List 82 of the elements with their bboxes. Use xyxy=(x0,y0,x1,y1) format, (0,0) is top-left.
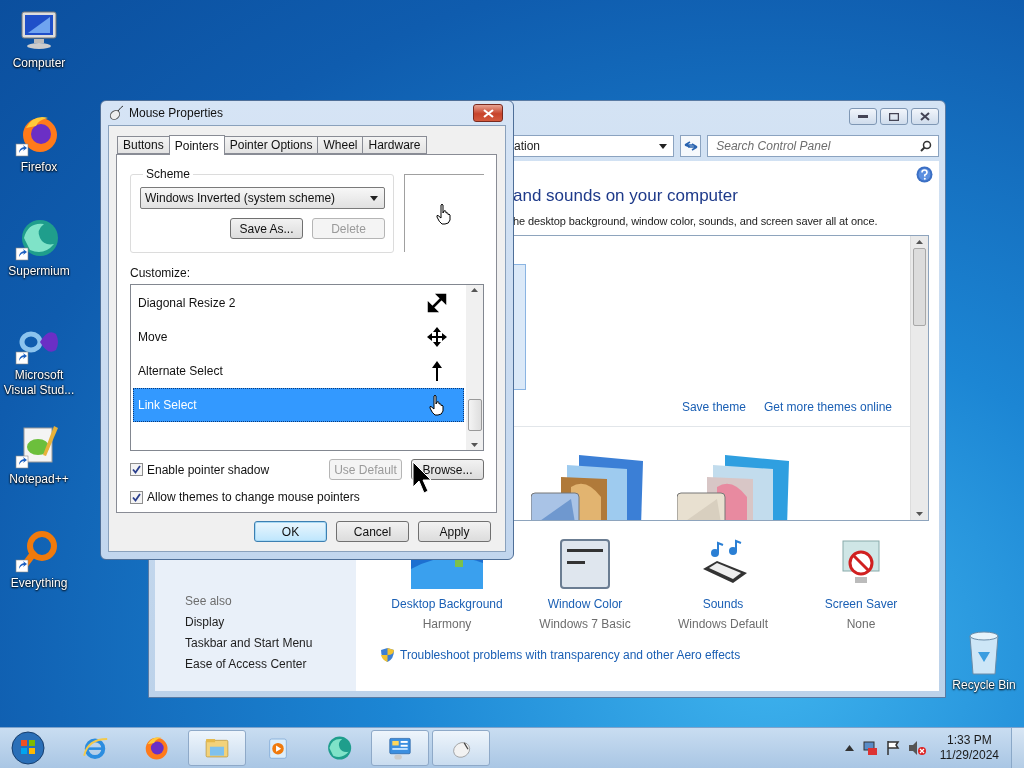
minimize-button[interactable] xyxy=(849,108,877,125)
shield-icon xyxy=(380,647,395,663)
cursor-list-item[interactable]: Alternate Select xyxy=(133,354,464,388)
ok-button[interactable]: OK xyxy=(254,521,327,542)
close-button[interactable] xyxy=(911,108,939,125)
setting-value: Windows 7 Basic xyxy=(539,617,631,631)
maximize-icon xyxy=(889,112,899,121)
desktop-icon-label[interactable]: Computer xyxy=(1,56,77,71)
cursor-name: Alternate Select xyxy=(138,364,223,378)
see-also-heading: See also xyxy=(185,594,233,608)
scrollbar[interactable] xyxy=(910,236,928,520)
clock[interactable]: 1:33 PM 11/29/2024 xyxy=(939,733,999,763)
desktop-icon-label[interactable]: Notepad++ xyxy=(1,472,77,487)
scroll-thumb[interactable] xyxy=(913,248,926,326)
dropdown-icon xyxy=(369,195,378,201)
cursor-name: Link Select xyxy=(138,398,197,412)
close-button[interactable] xyxy=(473,104,503,122)
theme-link[interactable]: Get more themes online xyxy=(763,400,892,414)
cursor-list-item[interactable]: Diagonal Resize 2 xyxy=(133,286,464,320)
desktop-icon-label[interactable]: Microsoft Visual Stud... xyxy=(1,368,77,398)
help-icon[interactable] xyxy=(916,166,933,183)
tab[interactable]: Hardware xyxy=(362,136,427,154)
checkbox-label[interactable]: Enable pointer shadow xyxy=(130,462,270,477)
show-hidden-icons[interactable] xyxy=(844,745,854,751)
move-cursor-icon xyxy=(425,325,449,349)
desktop-icon-label[interactable]: Supermium xyxy=(1,264,77,279)
dialog-title: Mouse Properties xyxy=(129,106,224,120)
close-icon xyxy=(920,112,930,121)
theme-link[interactable]: Save theme xyxy=(681,400,746,414)
setting-value: Windows Default xyxy=(677,617,768,631)
tab[interactable]: Wheel xyxy=(317,136,364,154)
setting-link[interactable]: Screen Saver xyxy=(824,597,898,611)
start-button[interactable] xyxy=(10,730,46,766)
setting-value: Harmony xyxy=(422,617,472,631)
cancel-button[interactable]: Cancel xyxy=(336,521,409,542)
mouse-icon xyxy=(108,105,124,121)
scrollbar[interactable] xyxy=(466,285,483,450)
see-also-link[interactable]: Display xyxy=(185,615,356,629)
search-field[interactable]: Search Control Panel xyxy=(707,135,939,157)
setting-link[interactable]: Window Color xyxy=(547,597,623,611)
minimize-icon xyxy=(858,114,868,119)
see-also-link[interactable]: Taskbar and Start Menu xyxy=(185,636,356,650)
search-icon[interactable] xyxy=(920,140,932,152)
close-icon xyxy=(482,108,494,118)
scroll-up-icon[interactable] xyxy=(471,288,478,292)
network-icon[interactable] xyxy=(861,740,878,756)
page-heading: and sounds on your computer xyxy=(513,186,739,206)
volume-muted-icon[interactable] xyxy=(907,740,926,756)
tab[interactable]: Pointers xyxy=(168,135,225,155)
desktop-icon-label[interactable]: Everything xyxy=(1,576,77,591)
scroll-thumb[interactable] xyxy=(467,399,482,431)
diagonal-arrow-icon xyxy=(425,291,449,315)
scroll-up-icon[interactable] xyxy=(916,240,923,244)
page-description: he desktop background, window color, sounds, and screen saver all at once. xyxy=(513,215,879,227)
flag-icon[interactable] xyxy=(885,740,900,756)
tab[interactable]: Buttons xyxy=(117,136,170,154)
tab[interactable]: Pointer Options xyxy=(223,136,319,154)
checkbox[interactable] xyxy=(130,463,143,476)
see-also-link[interactable]: Ease of Access Center xyxy=(185,657,356,671)
checkbox[interactable] xyxy=(130,490,143,504)
setting-link[interactable]: Sounds xyxy=(702,597,744,611)
scroll-down-icon[interactable] xyxy=(916,512,923,516)
refresh-icon xyxy=(683,140,698,152)
apply-button[interactable]: Apply xyxy=(418,521,491,542)
setting-value: None xyxy=(846,617,876,631)
taskbar-button[interactable] xyxy=(371,730,429,766)
scroll-down-icon[interactable] xyxy=(471,443,478,447)
refresh-button[interactable] xyxy=(680,135,702,157)
cursor-list-item[interactable]: Move xyxy=(133,320,464,354)
desktop-icon-label[interactable]: Firefox xyxy=(1,160,77,175)
scheme-dropdown[interactable]: Windows Inverted (system scheme) xyxy=(140,187,385,209)
setting-link[interactable]: Desktop Background xyxy=(391,597,503,611)
dropdown-icon[interactable] xyxy=(659,143,668,149)
customize-label: Customize: xyxy=(130,266,192,280)
group-label: Scheme xyxy=(145,167,192,181)
checkbox-label[interactable]: Allow themes to change mouse pointers xyxy=(130,490,360,504)
troubleshoot-link[interactable]: Troubleshoot problems with transparency and other Aero effects xyxy=(400,648,741,662)
cursor-name: Diagonal Resize 2 xyxy=(138,296,236,310)
cursor-name: Move xyxy=(138,330,168,344)
save-as-button[interactable]: Save As... xyxy=(229,218,303,239)
maximize-button[interactable] xyxy=(880,108,908,125)
address-bar[interactable]: ation xyxy=(513,135,675,157)
